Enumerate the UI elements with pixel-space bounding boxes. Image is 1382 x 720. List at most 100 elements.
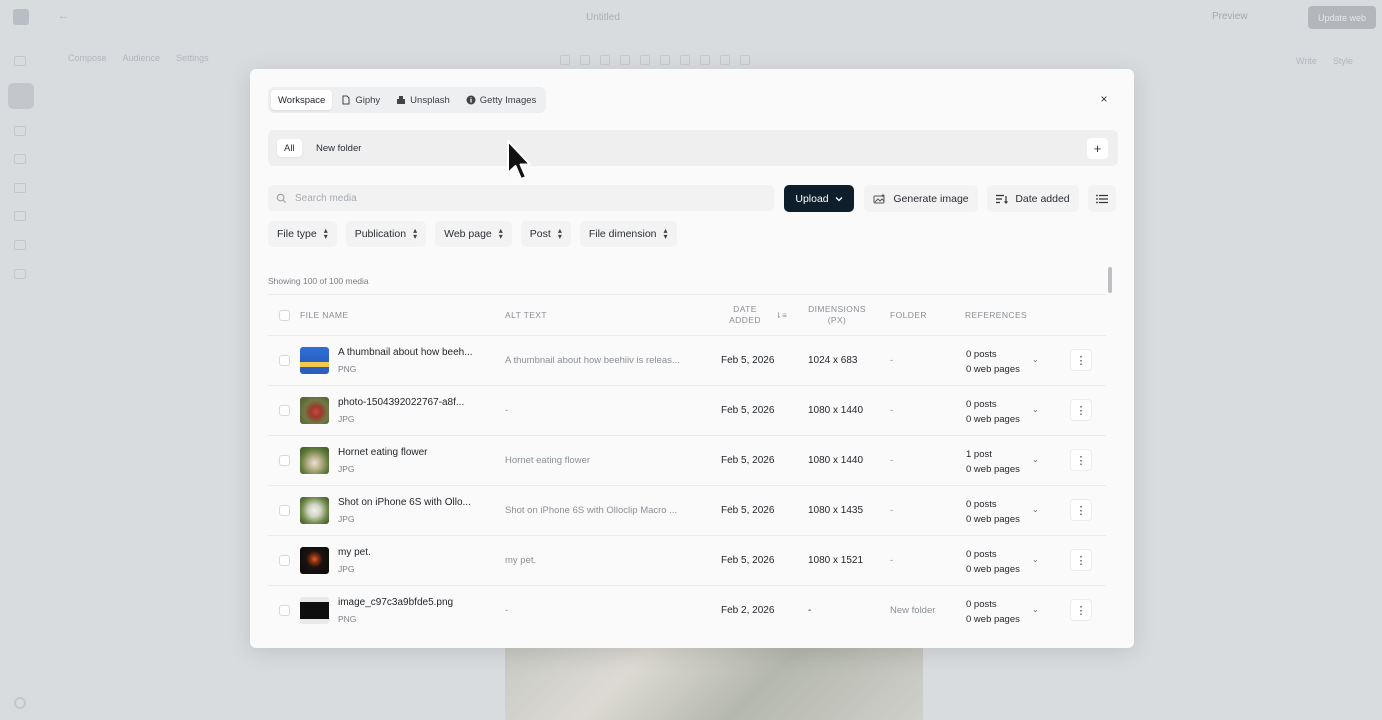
- tab-getty-label: Getty Images: [479, 94, 537, 106]
- tab-style[interactable]: Style: [1333, 56, 1353, 66]
- filter-file-dimension[interactable]: File dimension ▴ ▾: [579, 221, 677, 247]
- file-name[interactable]: A thumbnail about how beeh...: [338, 347, 473, 358]
- sidebar-growth-icon[interactable]: [14, 183, 26, 193]
- alt-text: A thumbnail about how beehiiv is releas.…: [505, 355, 680, 366]
- row-checkbox[interactable]: [279, 455, 290, 466]
- ref-pages: 0 web pages: [966, 513, 1020, 525]
- embed-icon[interactable]: [720, 55, 730, 65]
- folder-new-folder[interactable]: New folder: [309, 139, 368, 157]
- file-name[interactable]: Shot on iPhone 6S with Ollo...: [338, 497, 471, 508]
- folder-name: -: [890, 505, 894, 516]
- filter-file-type-label: File type: [277, 228, 317, 240]
- sidebar-home-icon[interactable]: [14, 56, 26, 66]
- sidebar-users-icon[interactable]: [14, 154, 26, 164]
- filter-publication-label: Publication: [354, 228, 407, 240]
- folder-name: -: [890, 555, 894, 566]
- sort-date-added-button[interactable]: Date added: [987, 185, 1079, 212]
- col-date-added[interactable]: DATE ADDED: [715, 304, 775, 326]
- file-name[interactable]: photo-1504392022767-a8f...: [338, 397, 464, 408]
- table-row[interactable]: my pet. JPG my pet. Feb 5, 2026 1080 x 1…: [268, 536, 1106, 586]
- tab-workspace[interactable]: Workspace: [271, 90, 333, 110]
- more-options-button[interactable]: ⋮: [1070, 349, 1092, 371]
- references: 1 post 0 web pages: [966, 448, 1020, 477]
- filter-file-type[interactable]: File type ▴ ▾: [268, 221, 337, 247]
- info-circle-icon: [466, 95, 476, 105]
- table-row[interactable]: A thumbnail about how beeh... PNG A thum…: [268, 336, 1106, 386]
- chevron-down-icon[interactable]: ⌄: [1032, 555, 1039, 564]
- sidebar-analytics-icon[interactable]: [14, 211, 26, 221]
- alt-text: -: [505, 605, 509, 616]
- folder-all[interactable]: All: [277, 139, 302, 157]
- table-row[interactable]: Hornet eating flower JPG Hornet eating f…: [268, 436, 1106, 486]
- table-row[interactable]: photo-1504392022767-a8f... JPG - Feb 5, …: [268, 386, 1106, 436]
- sidebar-item-compose[interactable]: [8, 83, 34, 109]
- row-checkbox[interactable]: [279, 405, 290, 416]
- chevron-down-icon[interactable]: ⌄: [1032, 455, 1039, 464]
- add-folder-button[interactable]: +: [1087, 138, 1108, 159]
- code-icon[interactable]: [680, 55, 690, 65]
- chevron-down-icon[interactable]: ⌄: [1032, 355, 1039, 364]
- sidebar-file-icon[interactable]: [14, 126, 26, 136]
- settings-gear-icon[interactable]: [14, 697, 26, 709]
- row-checkbox[interactable]: [279, 355, 290, 366]
- upload-button[interactable]: Upload: [784, 185, 854, 212]
- sidebar-website-icon[interactable]: [14, 240, 26, 250]
- tab-giphy[interactable]: Giphy: [334, 90, 387, 110]
- redo-icon[interactable]: [580, 55, 590, 65]
- chevron-down-icon[interactable]: ⌄: [1032, 505, 1039, 514]
- file-name[interactable]: image_c97c3a9bfde5.png: [338, 597, 453, 608]
- table-row[interactable]: Shot on iPhone 6S with Ollo... JPG Shot …: [268, 486, 1106, 536]
- sidebar-reports-icon[interactable]: [14, 269, 26, 279]
- more-options-button[interactable]: ⋮: [1070, 549, 1092, 571]
- updown-chevron-icon: ▴ ▾: [323, 226, 328, 241]
- references: 0 posts 0 web pages: [966, 548, 1020, 577]
- list-icon[interactable]: [660, 55, 670, 65]
- ref-posts: 0 posts: [966, 599, 997, 610]
- row-checkbox[interactable]: [279, 505, 290, 516]
- tab-settings[interactable]: Settings: [176, 53, 209, 63]
- undo-icon[interactable]: [560, 55, 570, 65]
- file-name[interactable]: Hornet eating flower: [338, 447, 428, 458]
- preview-button[interactable]: Preview: [1212, 11, 1248, 22]
- table-icon[interactable]: [700, 55, 710, 65]
- file-icon: [342, 95, 350, 105]
- link-icon[interactable]: [620, 55, 630, 65]
- image-icon[interactable]: [640, 55, 650, 65]
- search-input[interactable]: [295, 192, 755, 204]
- filter-post[interactable]: Post ▴ ▾: [520, 221, 571, 247]
- tab-getty-images[interactable]: Getty Images: [459, 90, 544, 110]
- select-all-checkbox[interactable]: [279, 310, 290, 321]
- chevron-down-icon[interactable]: ⌄: [1032, 405, 1039, 414]
- filter-publication[interactable]: Publication ▴ ▾: [345, 221, 427, 247]
- list-view-button[interactable]: [1088, 185, 1116, 212]
- table-row[interactable]: image_c97c3a9bfde5.png PNG - Feb 2, 2026…: [268, 586, 1106, 628]
- update-button[interactable]: Update web: [1308, 6, 1376, 29]
- back-button[interactable]: ←: [58, 10, 69, 22]
- tab-unsplash[interactable]: Unsplash: [389, 90, 457, 110]
- sort-descending-icon[interactable]: ⇂≡: [775, 311, 787, 320]
- generate-image-button[interactable]: Generate image: [864, 185, 978, 212]
- chevron-down-icon[interactable]: ⌄: [1032, 605, 1039, 614]
- tab-write[interactable]: Write: [1296, 56, 1317, 66]
- format-icon[interactable]: [600, 55, 610, 65]
- tab-compose[interactable]: Compose: [68, 53, 107, 63]
- file-name[interactable]: my pet.: [338, 547, 371, 558]
- app-logo[interactable]: [13, 9, 29, 25]
- tab-workspace-label: Workspace: [278, 94, 326, 106]
- filter-web-page[interactable]: Web page ▴ ▾: [435, 221, 512, 247]
- more-options-button[interactable]: ⋮: [1070, 449, 1092, 471]
- ai-icon[interactable]: [740, 55, 750, 65]
- close-button[interactable]: ×: [1096, 91, 1112, 107]
- row-checkbox[interactable]: [279, 555, 290, 566]
- alt-text: -: [505, 405, 509, 416]
- references: 0 posts 0 web pages: [966, 398, 1020, 427]
- sparkle-image-icon: [873, 193, 886, 204]
- row-checkbox[interactable]: [279, 605, 290, 616]
- tab-audience[interactable]: Audience: [123, 53, 161, 63]
- dimensions: -: [808, 605, 812, 616]
- editor-tabs: Compose Audience Settings: [68, 53, 209, 63]
- more-options-button[interactable]: ⋮: [1070, 599, 1092, 621]
- table-scrollbar[interactable]: [1108, 267, 1112, 293]
- more-options-button[interactable]: ⋮: [1070, 399, 1092, 421]
- more-options-button[interactable]: ⋮: [1070, 499, 1092, 521]
